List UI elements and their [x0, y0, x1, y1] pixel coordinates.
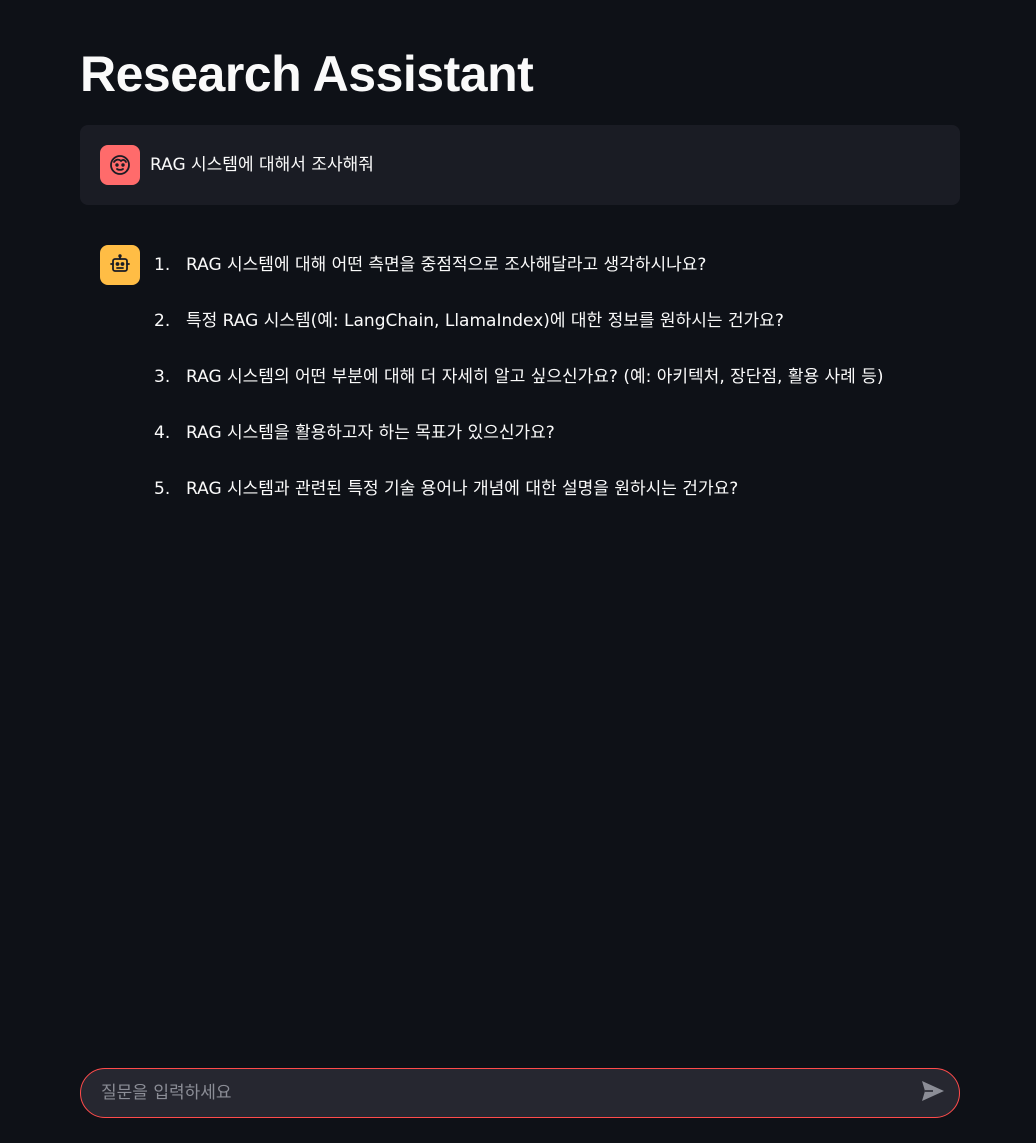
- list-item-text: 특정 RAG 시스템(예: LangChain, LlamaIndex)에 대한…: [186, 311, 784, 331]
- send-button[interactable]: [919, 1080, 947, 1106]
- robot-icon: [100, 245, 140, 285]
- list-item-text: RAG 시스템과 관련된 특정 기술 용어나 개념에 대한 설명을 원하시는 건…: [186, 479, 739, 499]
- send-icon: [921, 1080, 945, 1106]
- app-root: Research Assistant RAG 시스템에 대해서 조사해줘 1. …: [0, 0, 1036, 1143]
- user-message-text: RAG 시스템에 대해서 조사해줘: [150, 155, 374, 175]
- list-item-text: RAG 시스템의 어떤 부분에 대해 더 자세히 알고 싶으신가요? (예: 아…: [186, 367, 884, 387]
- list-item-number: 2.: [154, 311, 171, 331]
- list-item-text: RAG 시스템을 활용하고자 하는 목표가 있으신가요?: [186, 423, 555, 443]
- list-item-number: 1.: [154, 255, 171, 275]
- list-item-number: 3.: [154, 367, 171, 387]
- chat-input-container: [80, 1068, 960, 1118]
- user-message: RAG 시스템에 대해서 조사해줘: [80, 125, 960, 205]
- user-face-icon: [100, 145, 140, 185]
- chat-input[interactable]: [101, 1069, 901, 1117]
- list-item-number: 5.: [154, 479, 171, 499]
- list-item-text: RAG 시스템에 대해 어떤 측면을 중점적으로 조사해달라고 생각하시나요?: [186, 255, 707, 275]
- list-item-number: 4.: [154, 423, 171, 443]
- page-title: Research Assistant: [80, 46, 534, 102]
